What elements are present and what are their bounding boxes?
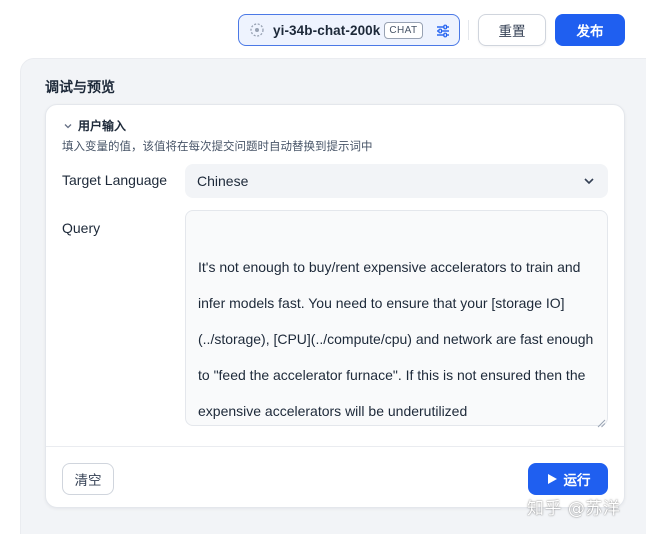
section-label: 用户输入 bbox=[78, 119, 127, 133]
model-type-badge: CHAT bbox=[384, 21, 423, 39]
query-text: It's not enough to buy/rent expensive ac… bbox=[198, 259, 594, 419]
card-divider bbox=[46, 446, 624, 447]
chevron-down-icon bbox=[62, 120, 74, 132]
play-icon bbox=[546, 473, 558, 485]
user-input-section-toggle[interactable]: 用户输入 bbox=[62, 117, 126, 134]
settings-sliders-icon[interactable] bbox=[435, 23, 451, 39]
run-button[interactable]: 运行 bbox=[528, 463, 608, 495]
top-bar: yi-34b-chat-200k CHAT 重置 发布 bbox=[0, 0, 646, 58]
target-language-label: Target Language bbox=[62, 172, 168, 188]
run-button-label: 运行 bbox=[563, 473, 591, 488]
chevron-down-icon bbox=[582, 174, 596, 188]
panel-title: 调试与预览 bbox=[45, 79, 115, 95]
model-selector[interactable]: yi-34b-chat-200k CHAT bbox=[238, 14, 460, 46]
resize-grip-icon[interactable] bbox=[597, 415, 606, 428]
reset-button[interactable]: 重置 bbox=[478, 14, 546, 46]
query-textarea[interactable]: It's not enough to buy/rent expensive ac… bbox=[185, 210, 608, 426]
publish-button[interactable]: 发布 bbox=[555, 14, 625, 46]
clear-button[interactable]: 清空 bbox=[62, 463, 114, 495]
toolbar-divider bbox=[468, 20, 469, 40]
watermark: 知乎 @苏洋 bbox=[527, 499, 621, 519]
query-label: Query bbox=[62, 220, 101, 236]
target-language-select[interactable]: Chinese bbox=[185, 164, 608, 198]
model-name: yi-34b-chat-200k bbox=[273, 22, 381, 38]
model-icon bbox=[249, 22, 265, 38]
target-language-value: Chinese bbox=[197, 173, 249, 189]
section-hint: 填入变量的值，该值将在每次提交问题时自动替换到提示词中 bbox=[62, 141, 373, 153]
